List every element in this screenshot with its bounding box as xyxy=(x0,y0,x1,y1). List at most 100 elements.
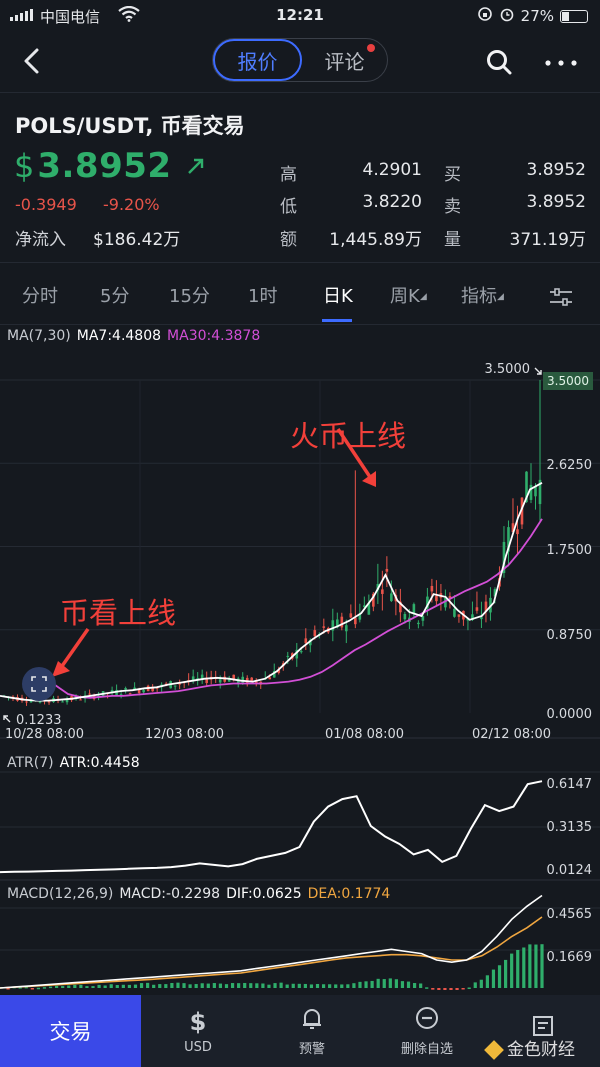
candle-body xyxy=(25,701,28,703)
candle-body xyxy=(65,699,69,703)
last-price-tag: 3.5000 xyxy=(543,372,593,390)
macd-bar xyxy=(85,986,89,988)
expand-chart-button[interactable] xyxy=(22,667,56,701)
y-tick-label: 2.6250 xyxy=(546,458,593,473)
macd-y-tick: 0.4565 xyxy=(546,907,593,922)
tab-comment-label: 评论 xyxy=(324,49,365,74)
rotation-lock-icon xyxy=(477,6,493,26)
macd-bar xyxy=(261,983,265,988)
atr-value: ATR:0.4458 xyxy=(59,755,140,771)
alert-button[interactable]: 预警 xyxy=(282,995,342,1067)
macd-bar xyxy=(279,982,283,988)
trade-button[interactable]: 交易 xyxy=(0,995,141,1067)
macd-bar xyxy=(419,983,423,988)
ma30-value: MA30:4.3878 xyxy=(167,328,261,344)
macd-bar xyxy=(212,983,216,988)
macd-title: MACD(12,26,9) xyxy=(7,886,114,902)
tab-indicators[interactable]: 指标◢ xyxy=(461,270,504,324)
macd-bar xyxy=(115,985,119,988)
tab-weekly-k-label: 周K xyxy=(390,286,420,307)
macd-bar xyxy=(425,987,429,989)
tab-15min[interactable]: 15分 xyxy=(169,270,210,324)
divider xyxy=(0,92,600,93)
macd-bar xyxy=(30,988,34,990)
macd-bar xyxy=(534,944,538,988)
tab-comment[interactable]: 评论 xyxy=(302,39,387,81)
candle-body xyxy=(47,701,51,703)
candle-body xyxy=(61,701,64,703)
x-tick-label: 10/28 08:00 xyxy=(5,727,85,742)
min-marker-arrow xyxy=(3,715,11,723)
volume-value: 371.19万 xyxy=(509,230,586,250)
macd-bar xyxy=(61,986,65,988)
divider xyxy=(0,262,600,263)
macd-bar xyxy=(267,984,271,988)
amount-label: 额 xyxy=(280,230,297,250)
buy-value: 3.8952 xyxy=(526,160,586,180)
macd-bar xyxy=(127,984,132,988)
watermark: 金色财经 xyxy=(484,1035,575,1060)
candle-body xyxy=(128,693,132,695)
timeframe-tabs: 分时 5分 15分 1时 日K 周K◢ 指标◢ xyxy=(0,270,600,324)
dif-value: DIF:0.0625 xyxy=(226,886,302,902)
macd-bar xyxy=(431,988,435,990)
candle-body xyxy=(417,622,420,625)
candle-body xyxy=(124,688,127,690)
candle-body xyxy=(534,486,537,497)
macd-bar xyxy=(170,982,174,988)
candle-body xyxy=(457,614,461,617)
macd-bar xyxy=(461,988,465,990)
atr-title: ATR(7) xyxy=(7,755,54,771)
candle-body xyxy=(516,529,519,535)
ma-title: MA(7,30) xyxy=(7,328,71,344)
tab-daily-k[interactable]: 日K xyxy=(323,270,353,324)
usd-button[interactable]: $ USD xyxy=(168,995,228,1067)
macd-bar xyxy=(400,981,405,988)
back-icon[interactable] xyxy=(20,47,44,75)
candle-body xyxy=(354,617,357,625)
tab-quote[interactable]: 报价 xyxy=(213,39,302,81)
usd-label: USD xyxy=(184,1039,212,1055)
macd-bar xyxy=(364,981,368,988)
price-row: $ 3.8952 xyxy=(14,146,206,186)
macd-bar xyxy=(188,984,192,988)
macd-bar xyxy=(152,984,156,988)
settings-sliders-icon[interactable] xyxy=(549,288,573,306)
segment-control: 报价 评论 xyxy=(212,38,388,82)
tab-1hour[interactable]: 1时 xyxy=(248,270,277,324)
macd-bar xyxy=(346,984,350,988)
macd-bar xyxy=(510,953,514,988)
alert-label: 预警 xyxy=(298,1041,325,1057)
macd-bar xyxy=(321,984,326,988)
macd-value: MACD:-0.2298 xyxy=(119,886,221,902)
tab-timeshare[interactable]: 分时 xyxy=(22,270,58,324)
macd-bar xyxy=(443,988,447,990)
macd-bar xyxy=(97,984,101,988)
macd-bar xyxy=(449,988,453,990)
candle-body xyxy=(385,568,389,572)
y-tick-label: 0.8750 xyxy=(546,628,593,643)
macd-bar xyxy=(340,984,344,988)
macd-bar xyxy=(437,988,441,990)
sell-label: 卖 xyxy=(444,197,461,217)
tab-5min[interactable]: 5分 xyxy=(100,270,129,324)
more-icon[interactable] xyxy=(545,60,577,66)
remove-watchlist-label: 删除自选 xyxy=(400,1041,453,1057)
macd-y-tick: 0.1669 xyxy=(546,950,593,965)
tab-weekly-k[interactable]: 周K◢ xyxy=(390,270,427,324)
macd-bar xyxy=(164,984,168,988)
candle-body xyxy=(349,613,353,618)
bell-icon xyxy=(303,1008,321,1029)
macd-bar xyxy=(412,983,417,988)
svg-text:$: $ xyxy=(190,1008,207,1034)
macd-bar xyxy=(55,985,59,988)
dropdown-triangle-icon: ◢ xyxy=(419,292,427,302)
remove-watchlist-button[interactable]: 删除自选 xyxy=(390,995,464,1067)
macd-bar xyxy=(67,985,71,988)
macd-bar xyxy=(382,979,386,988)
macd-bar xyxy=(73,984,77,988)
search-icon[interactable] xyxy=(486,49,512,75)
macd-bar xyxy=(182,983,186,988)
macd-bar xyxy=(303,983,307,988)
amount-value: 1,445.89万 xyxy=(329,230,422,250)
